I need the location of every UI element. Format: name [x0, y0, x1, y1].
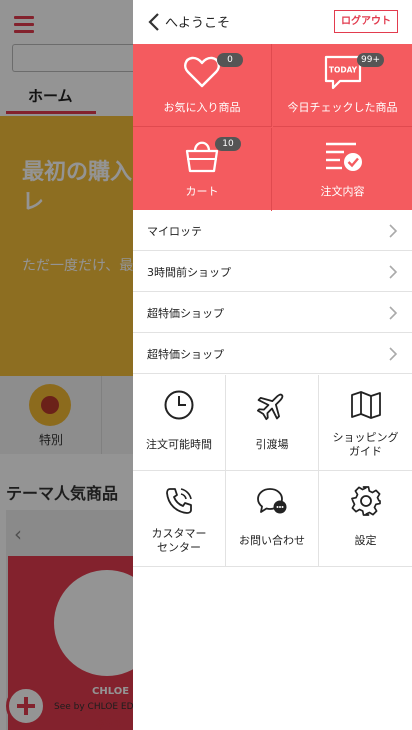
inquiry-button[interactable]: お問い合わせ: [226, 471, 319, 567]
heart-icon: [184, 56, 220, 88]
order-list-icon: [325, 142, 362, 171]
menu-item-my-lotte[interactable]: マイロッテ: [133, 210, 412, 251]
settings-label: 設定: [354, 534, 377, 547]
favorites-badge: 0: [217, 53, 243, 67]
customer-center-button[interactable]: カスタマー センター: [133, 471, 226, 567]
service-grid: 注文可能時間 引渡場 ショッピング ガイド カスタマー センター お問い合わせ …: [133, 375, 412, 567]
menu-item-label: 超特価ショップ: [147, 348, 224, 361]
chevron-right-icon: [389, 347, 398, 361]
airplane-icon: [256, 393, 284, 421]
settings-button[interactable]: 設定: [319, 471, 412, 567]
menu-item-3h-shop[interactable]: 3時間前ショップ: [133, 251, 412, 292]
favorites-label: お気に入り商品: [163, 101, 241, 114]
menu-item-label: 3時間前ショップ: [147, 266, 231, 279]
welcome-text: へようこそ: [165, 16, 231, 31]
orders-link[interactable]: 注文内容: [273, 128, 412, 211]
today-viewed-link[interactable]: TODAY 99+ 今日チェックした商品: [273, 44, 412, 127]
menu-item-special-price-shop[interactable]: 超特価ショップ: [133, 292, 412, 333]
drawer-menu-list: マイロッテ 3時間前ショップ 超特価ショップ 超特価ショップ: [133, 210, 412, 374]
pickup-place-button[interactable]: 引渡場: [226, 375, 319, 471]
gear-icon: [350, 486, 381, 516]
cart-badge: 10: [215, 137, 241, 151]
menu-item-label: 超特価ショップ: [147, 307, 224, 320]
cart-label: カート: [185, 185, 219, 198]
shopping-guide-button[interactable]: ショッピング ガイド: [319, 375, 412, 471]
side-drawer: へようこそ ログアウト 0 お気に入り商品 TODAY 99+ 今日チェックした…: [133, 0, 412, 730]
inquiry-label: お問い合わせ: [239, 534, 305, 547]
chevron-right-icon: [389, 265, 398, 279]
pickup-place-label: 引渡場: [255, 438, 289, 451]
today-icon-text: TODAY: [328, 66, 357, 75]
order-hours-label: 注文可能時間: [146, 438, 212, 451]
orders-label: 注文内容: [320, 185, 365, 198]
chevron-right-icon: [389, 306, 398, 320]
clock-icon: [164, 390, 194, 420]
logout-button[interactable]: ログアウト: [334, 10, 398, 33]
today-viewed-label: 今日チェックした商品: [287, 101, 398, 114]
phone-icon: [166, 488, 192, 514]
today-viewed-badge: 99+: [357, 53, 384, 67]
map-icon: [350, 391, 381, 419]
quick-links: 0 お気に入り商品 TODAY 99+ 今日チェックした商品 10 カート 注文…: [133, 44, 412, 211]
menu-item-label: マイロッテ: [147, 225, 202, 238]
cart-link[interactable]: 10 カート: [133, 128, 272, 211]
back-chevron-icon[interactable]: [147, 12, 161, 32]
drawer-header: へようこそ ログアウト: [133, 0, 412, 44]
shopping-guide-label: ショッピング ガイド: [332, 431, 399, 458]
menu-item-special-price-shop-2[interactable]: 超特価ショップ: [133, 333, 412, 374]
chevron-right-icon: [389, 224, 398, 238]
favorites-link[interactable]: 0 お気に入り商品: [133, 44, 272, 127]
chat-icon: [257, 488, 287, 514]
order-hours-button[interactable]: 注文可能時間: [133, 375, 226, 471]
customer-center-label: カスタマー センター: [151, 527, 207, 554]
